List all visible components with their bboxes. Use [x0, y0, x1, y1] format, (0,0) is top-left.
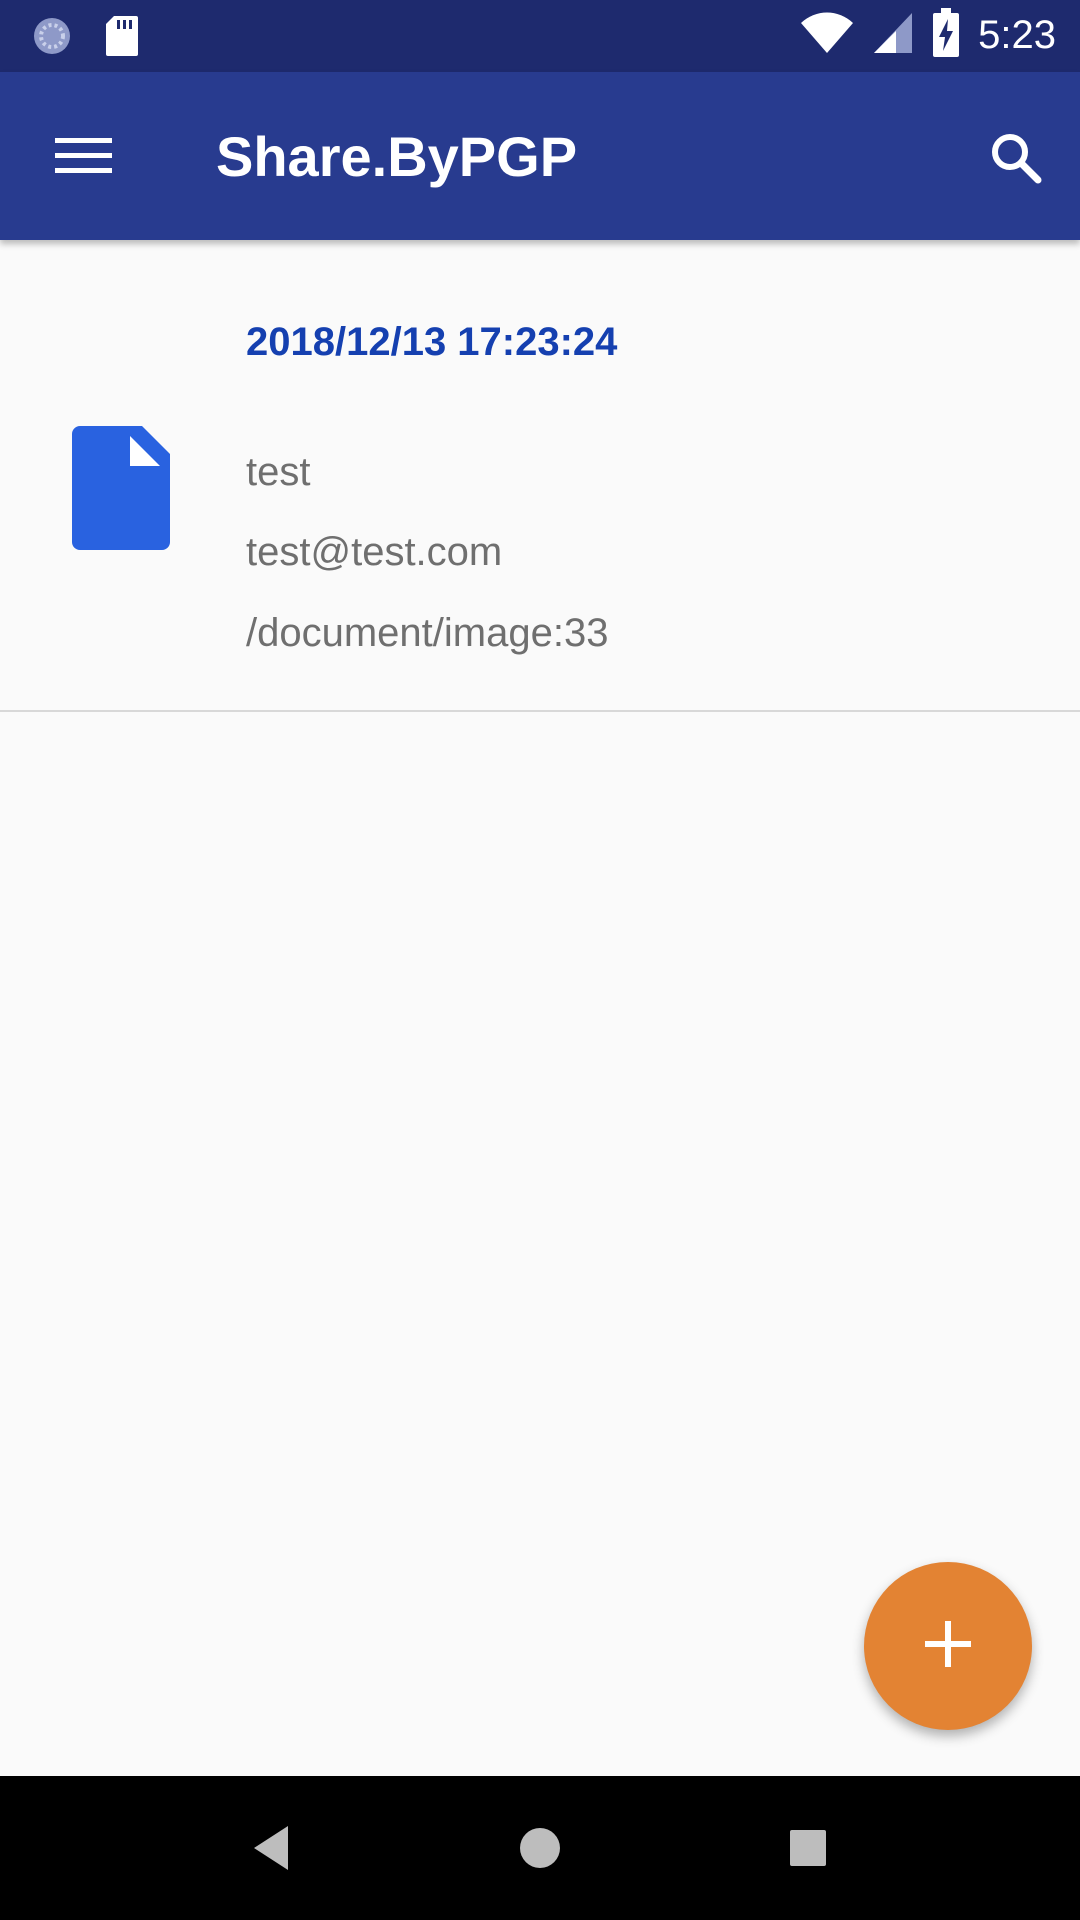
recents-button[interactable]: [776, 1816, 840, 1880]
file-icon: [72, 424, 172, 557]
cell-signal-icon: [872, 11, 914, 60]
status-bar: 5:23: [0, 0, 1080, 72]
plus-icon: [923, 1619, 973, 1674]
app-bar: Share.ByPGP: [0, 72, 1080, 240]
battery-charging-icon: [932, 8, 960, 63]
item-path: /document/image:33: [246, 611, 609, 655]
navigation-bar: [0, 1776, 1080, 1920]
search-icon: [980, 134, 1052, 198]
home-icon: [508, 1828, 572, 1884]
home-button[interactable]: [508, 1816, 572, 1880]
item-date: 2018/12/13 17:23:24: [246, 320, 618, 364]
sd-card-icon: [104, 14, 140, 63]
back-button[interactable]: [240, 1816, 304, 1880]
app-title: Share.ByPGP: [216, 125, 578, 188]
recents-icon: [776, 1830, 840, 1884]
list-item[interactable]: 2018/12/13 17:23:24 test test@test.com /…: [0, 240, 1080, 712]
back-icon: [240, 1826, 304, 1884]
wifi-icon: [800, 11, 854, 60]
add-button[interactable]: [864, 1562, 1032, 1730]
item-email: test@test.com: [246, 530, 503, 574]
item-name: test: [246, 450, 311, 494]
menu-button[interactable]: [40, 122, 128, 190]
search-button[interactable]: [980, 122, 1052, 194]
status-time: 5:23: [978, 13, 1056, 57]
hamburger-menu-icon: [40, 138, 128, 194]
loading-icon: [30, 14, 74, 63]
